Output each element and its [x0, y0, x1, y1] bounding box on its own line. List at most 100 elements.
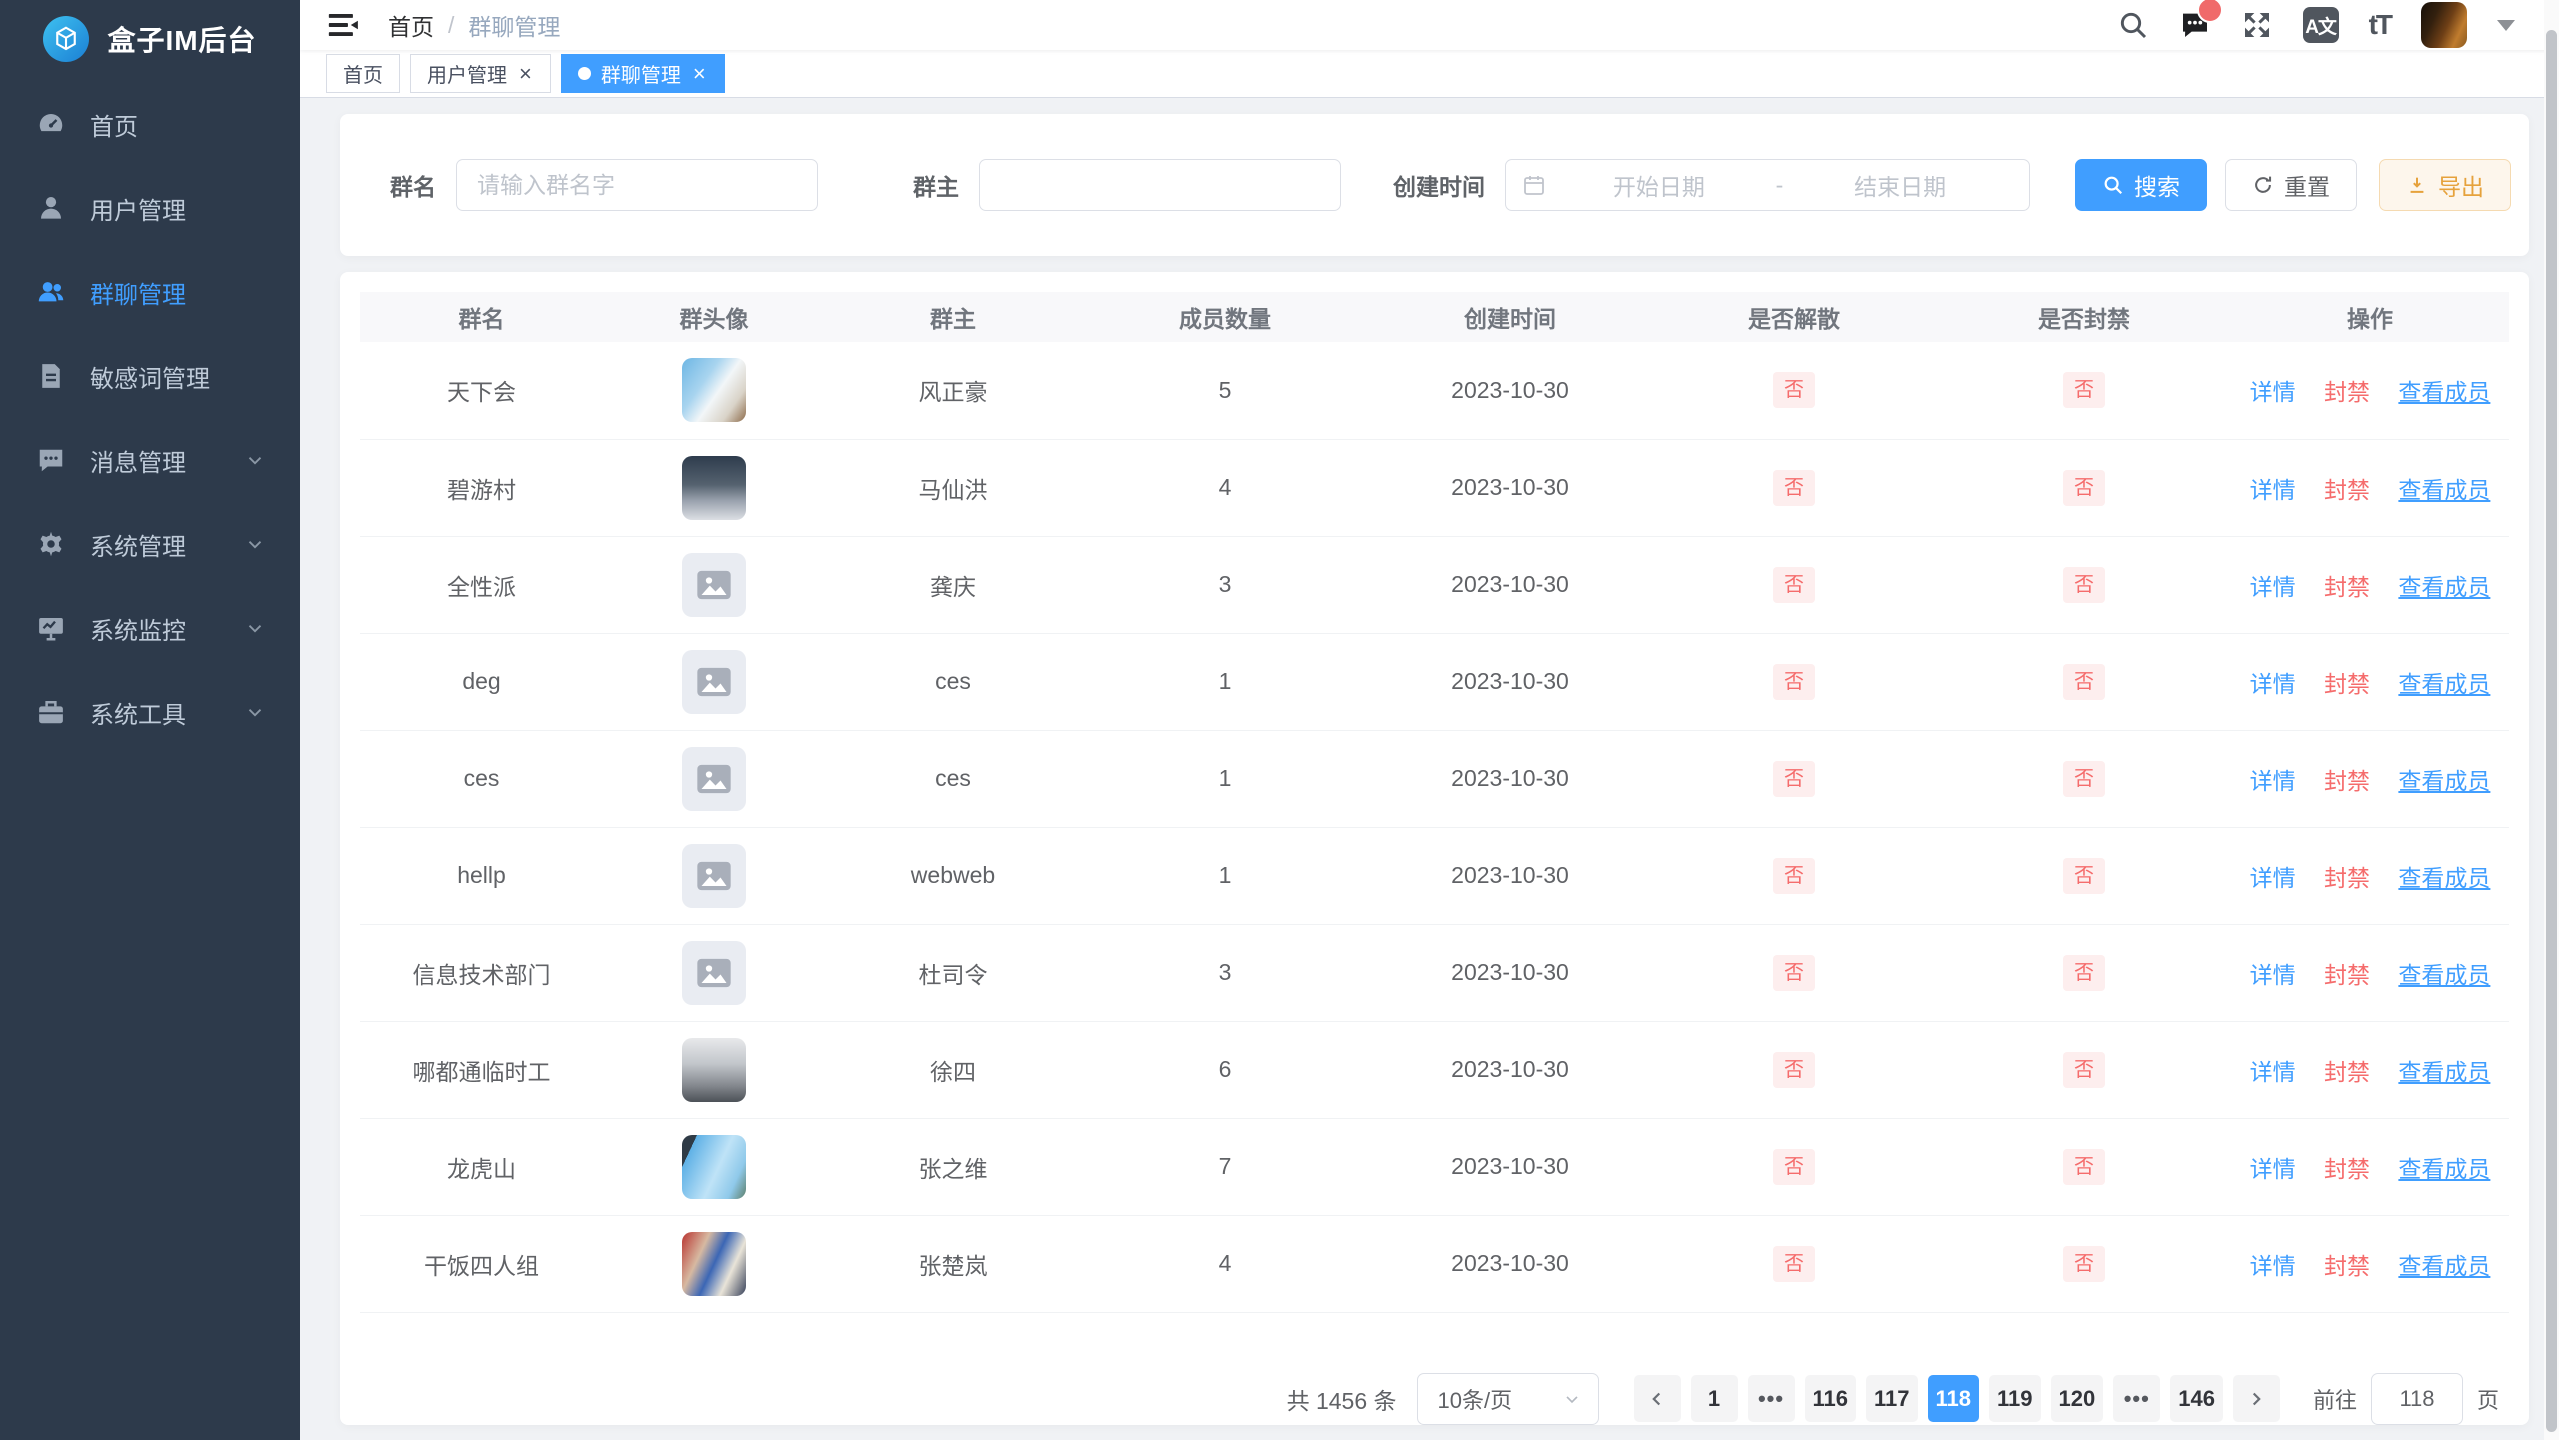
search-icon[interactable] [2117, 9, 2149, 41]
view-members-link[interactable]: 查看成员 [2398, 768, 2490, 794]
breadcrumb: 首页 / 群聊管理 [388, 8, 560, 42]
sidebar-menu-item[interactable]: 敏感词管理 [0, 334, 300, 418]
page-number-button[interactable]: ••• [1748, 1375, 1795, 1422]
page-number-button[interactable]: 117 [1866, 1375, 1918, 1422]
search-button[interactable]: 搜索 [2075, 159, 2207, 211]
scrollbar-thumb[interactable] [2546, 30, 2557, 1432]
sidebar-menu-item[interactable]: 消息管理 [0, 418, 300, 502]
page-number-button[interactable]: ••• [2113, 1375, 2160, 1422]
page-size-select[interactable]: 10条/页 [1417, 1373, 1599, 1425]
reset-button-label: 重置 [2284, 168, 2330, 202]
cell-actions: 详情 封禁 查看成员 [2231, 924, 2509, 1021]
view-members-link[interactable]: 查看成员 [2398, 1059, 2490, 1085]
cell-dissolved: 否 [1651, 633, 1937, 730]
export-button[interactable]: 导出 [2379, 159, 2511, 211]
sidebar-menu-item[interactable]: 系统管理 [0, 502, 300, 586]
cell-avatar [603, 827, 825, 924]
cell-group-name: 干饭四人组 [360, 1215, 603, 1312]
detail-link[interactable]: 详情 [2250, 671, 2296, 697]
sidebar-menu-item[interactable]: 系统监控 [0, 586, 300, 670]
detail-link[interactable]: 详情 [2250, 1253, 2296, 1279]
ban-link[interactable]: 封禁 [2324, 1156, 2370, 1182]
sidebar-menu-item[interactable]: 用户管理 [0, 166, 300, 250]
col-header-dissolved: 是否解散 [1651, 292, 1937, 342]
cell-members: 5 [1081, 342, 1369, 439]
goto-page-input[interactable] [2371, 1373, 2463, 1425]
ban-link[interactable]: 封禁 [2324, 477, 2370, 503]
cell-avatar [603, 1215, 825, 1312]
view-members-link[interactable]: 查看成员 [2398, 1156, 2490, 1182]
cell-avatar [603, 730, 825, 827]
menu-item-label: 首页 [90, 107, 138, 142]
view-members-link[interactable]: 查看成员 [2398, 962, 2490, 988]
page-number-button[interactable]: 118 [1928, 1375, 1980, 1422]
prev-page-button[interactable] [1634, 1375, 1681, 1422]
view-members-link[interactable]: 查看成员 [2398, 379, 2490, 405]
detail-link[interactable]: 详情 [2250, 1156, 2296, 1182]
detail-link[interactable]: 详情 [2250, 962, 2296, 988]
detail-link[interactable]: 详情 [2250, 379, 2296, 405]
user-menu-caret-icon[interactable] [2497, 20, 2515, 31]
chevron-down-icon [244, 701, 266, 723]
app-logo[interactable]: 盒子IM后台 [0, 0, 300, 78]
view-tab[interactable]: 群聊管理 × [561, 54, 725, 93]
page-number-button[interactable]: 1 [1691, 1375, 1738, 1422]
view-tab[interactable]: 用户管理 × [410, 54, 551, 93]
page-number-button[interactable]: 116 [1805, 1375, 1857, 1422]
tab-close-icon[interactable]: × [691, 63, 708, 85]
sidebar-menu-item[interactable]: 群聊管理 [0, 250, 300, 334]
search-form-card: 群名 群主 创建时间 开始日期 - 结束日期 搜索 [340, 114, 2529, 256]
date-range-picker[interactable]: 开始日期 - 结束日期 [1505, 159, 2030, 211]
col-header-actions: 操作 [2231, 292, 2509, 342]
chevron-down-icon [244, 617, 266, 639]
sidebar-menu-item[interactable]: 首页 [0, 82, 300, 166]
cell-created: 2023-10-30 [1369, 730, 1651, 827]
user-avatar[interactable] [2421, 2, 2467, 48]
menu-item-label: 系统监控 [90, 611, 186, 646]
messages-icon[interactable] [2179, 9, 2211, 41]
detail-link[interactable]: 详情 [2250, 574, 2296, 600]
view-members-link[interactable]: 查看成员 [2398, 1253, 2490, 1279]
detail-link[interactable]: 详情 [2250, 1059, 2296, 1085]
group-name-input[interactable] [456, 159, 818, 211]
view-members-link[interactable]: 查看成员 [2398, 671, 2490, 697]
ban-link[interactable]: 封禁 [2324, 1059, 2370, 1085]
banned-status-badge: 否 [2063, 955, 2105, 991]
notification-badge [2197, 0, 2223, 23]
group-avatar-image [682, 941, 746, 1005]
view-members-link[interactable]: 查看成员 [2398, 477, 2490, 503]
ban-link[interactable]: 封禁 [2324, 962, 2370, 988]
detail-link[interactable]: 详情 [2250, 477, 2296, 503]
cell-actions: 详情 封禁 查看成员 [2231, 342, 2509, 439]
ban-link[interactable]: 封禁 [2324, 379, 2370, 405]
view-tab[interactable]: 首页 [326, 54, 400, 93]
cell-banned: 否 [1937, 827, 2231, 924]
page-number-button[interactable]: 120 [2051, 1375, 2104, 1422]
chevron-down-icon [244, 533, 266, 555]
reset-button[interactable]: 重置 [2225, 159, 2357, 211]
breadcrumb-home[interactable]: 首页 [388, 8, 434, 42]
ban-link[interactable]: 封禁 [2324, 768, 2370, 794]
cell-members: 3 [1081, 924, 1369, 1021]
fullscreen-icon[interactable] [2241, 9, 2273, 41]
page-number-button[interactable]: 146 [2170, 1375, 2223, 1422]
font-size-icon[interactable]: tT [2369, 9, 2391, 41]
tab-label: 群聊管理 [601, 59, 681, 88]
ban-link[interactable]: 封禁 [2324, 865, 2370, 891]
sidebar-collapse-icon[interactable] [326, 8, 360, 42]
language-switch-icon[interactable]: A文 [2303, 7, 2339, 43]
tab-close-icon[interactable]: × [517, 63, 534, 85]
group-owner-input[interactable] [979, 159, 1341, 211]
next-page-button[interactable] [2233, 1375, 2280, 1422]
page-number-button[interactable]: 119 [1989, 1375, 2041, 1422]
ban-link[interactable]: 封禁 [2324, 671, 2370, 697]
ban-link[interactable]: 封禁 [2324, 574, 2370, 600]
ban-link[interactable]: 封禁 [2324, 1253, 2370, 1279]
banned-status-badge: 否 [2063, 372, 2105, 408]
menu-item-label: 敏感词管理 [90, 359, 210, 394]
view-members-link[interactable]: 查看成员 [2398, 574, 2490, 600]
view-members-link[interactable]: 查看成员 [2398, 865, 2490, 891]
detail-link[interactable]: 详情 [2250, 865, 2296, 891]
sidebar-menu-item[interactable]: 系统工具 [0, 670, 300, 754]
detail-link[interactable]: 详情 [2250, 768, 2296, 794]
